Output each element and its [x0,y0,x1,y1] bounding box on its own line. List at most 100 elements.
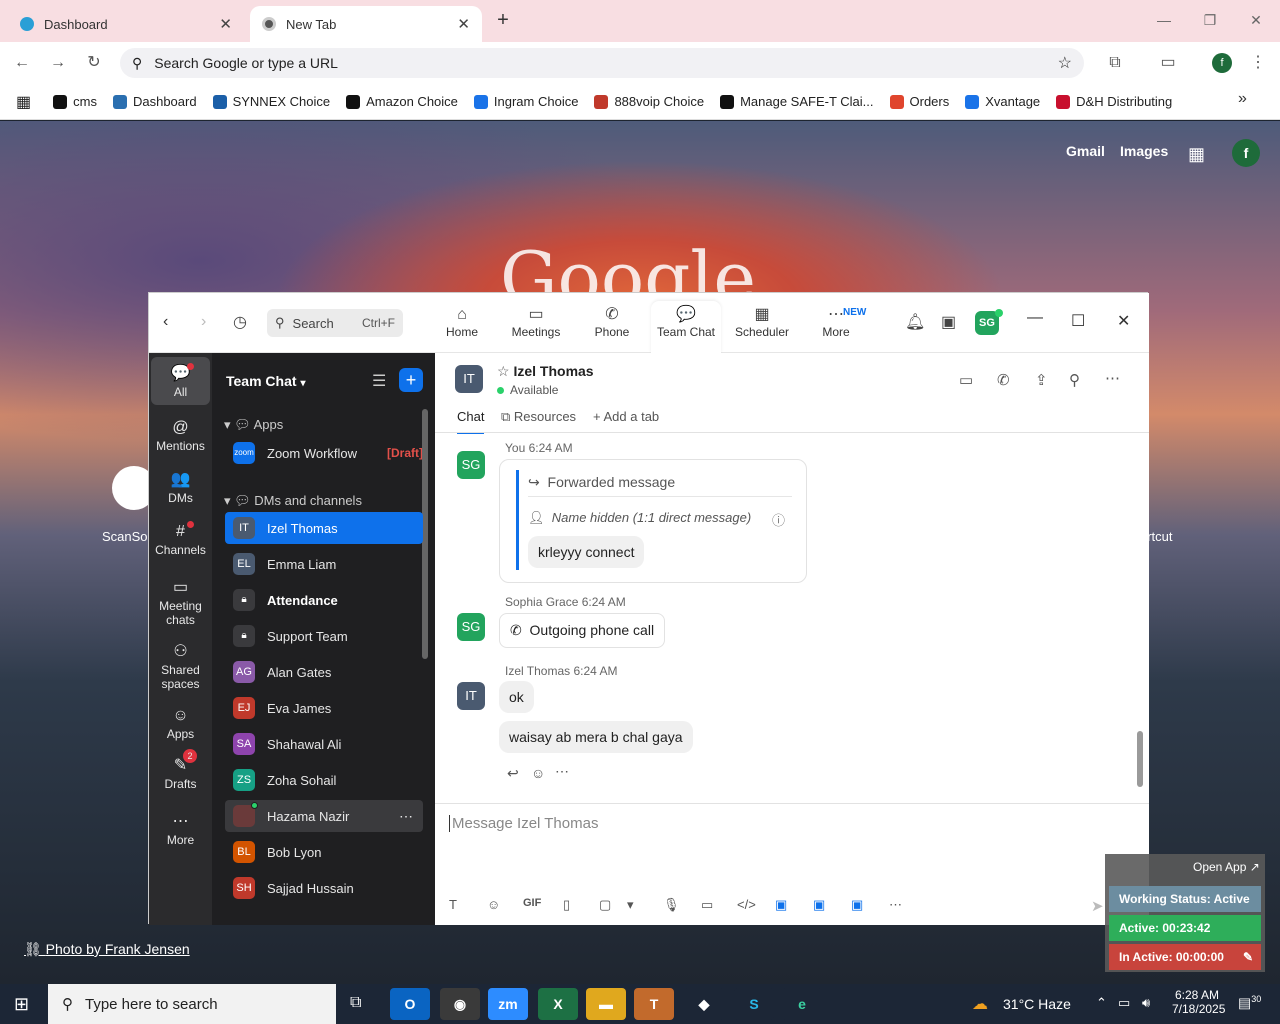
video-clip-icon[interactable]: ▭ [701,897,713,913]
list-item[interactable]: IT Izel Thomas [225,512,423,544]
photo-credit-link[interactable]: ⛓ Photo by Frank Jensen [24,941,190,958]
network-icon[interactable]: ▭ [1118,995,1130,1011]
list-item-zoom-workflow[interactable]: zoom Zoom Workflow [Draft] [225,437,423,469]
list-item[interactable]: Hazama Nazir ⋯ [225,800,423,832]
google-account-avatar[interactable]: f [1232,139,1260,167]
list-item[interactable]: SH Sajjad Hussain [225,872,423,904]
message-composer[interactable]: Message Izel Thomas [449,815,598,832]
gif-icon[interactable]: GIF [523,897,541,909]
microphone-icon[interactable]: 🎙︎ [663,897,680,913]
message-text[interactable]: krleyyy connect [528,536,645,568]
bookmark-item[interactable]: Manage SAFE-T Clai... [720,94,874,109]
text-format-icon[interactable]: T [449,897,457,912]
list-item[interactable]: EL Emma Liam [225,548,423,580]
bookmark-item[interactable]: Amazon Choice [346,94,458,109]
teams-icon[interactable]: T [634,988,674,1020]
star-icon[interactable]: ☆ [497,363,510,379]
chevron-down-icon[interactable]: ▾ [627,897,634,913]
forwarded-message-card[interactable]: ↪ Forwarded message 👤︎ Name hidden (1:1 … [499,459,807,583]
screenshot-icon[interactable]: ▢ [599,897,611,913]
bookmark-item[interactable]: Ingram Choice [473,94,578,109]
restore-icon[interactable]: ❐ [1190,6,1230,34]
more-actions-icon[interactable]: ⋯ [555,763,569,780]
list-item[interactable]: 🔒︎ Attendance [225,584,423,616]
weather-text[interactable]: 31°C Haze [1003,996,1071,1012]
share-screen-icon[interactable]: ⇪ [1035,371,1048,389]
message-text[interactable]: waisay ab mera b chal gaya [499,721,693,753]
bookmark-item[interactable]: Dashboard [112,94,197,109]
list-item[interactable]: EJ Eva James [225,692,423,724]
nav-more[interactable]: ⋯ More [801,305,871,339]
compose-plus-button[interactable]: + [399,368,423,392]
edit-icon[interactable]: ✎ [1243,944,1253,970]
close-window-icon[interactable]: ✕ [1236,6,1276,34]
app-icon-2[interactable]: ▣ [813,897,825,913]
add-tab-button[interactable]: + Add a tab [593,409,659,424]
bookmark-item[interactable]: Orders [889,94,949,109]
file-icon[interactable]: ▯ [563,897,570,913]
history-icon[interactable]: ◷ [233,312,247,332]
more-bookmarks-icon[interactable]: » [1238,90,1247,108]
reload-icon[interactable]: ↻ [81,50,107,76]
close-tab-icon[interactable]: ✕ [219,15,232,33]
nav-meetings[interactable]: ▭ Meetings [501,305,571,339]
tab-chat[interactable]: Chat [457,409,485,434]
rail-meeting-chats[interactable]: ▭ Meeting chats [151,571,210,633]
rail-shared-spaces[interactable]: ⚇ Shared spaces [151,635,210,697]
chat-scrollbar[interactable] [1137,731,1143,787]
video-call-icon[interactable]: ▭ [959,371,973,389]
tab-resources[interactable]: ⧉ Resources [501,409,576,425]
nav-phone[interactable]: ✆ Phone [577,305,647,339]
sender-avatar[interactable]: SG [457,451,485,479]
bookmark-item[interactable]: D&H Distributing [1056,94,1172,109]
rail-apps[interactable]: ☺ Apps [151,699,210,747]
list-item[interactable]: ZS Zoha Sohail [225,764,423,796]
edge-icon[interactable]: e [782,988,822,1020]
phone-call-icon[interactable]: ✆ [997,371,1010,389]
sender-avatar[interactable]: SG [457,613,485,641]
filter-icon[interactable]: ☰ [372,371,386,391]
apps-section-header[interactable]: ▾ 💬︎ Apps [224,417,283,433]
emoji-reaction-icon[interactable]: ☺ [531,765,545,781]
notifications-icon[interactable]: ▤30 [1238,994,1261,1012]
app-diamond-icon[interactable]: ◆ [684,988,724,1020]
tab-dashboard[interactable]: Dashboard ✕ [8,6,244,42]
rail-drafts[interactable]: ✎ Drafts 2 [151,749,210,797]
calendar-icon[interactable]: ▣ [941,312,956,332]
chrome-icon[interactable]: ◉ [440,988,480,1020]
close-tab-icon[interactable]: ✕ [457,15,470,33]
windows-start-icon[interactable]: ⊞ [14,994,29,1015]
list-item[interactable]: BL Bob Lyon [225,836,423,868]
nav-scheduler[interactable]: ▦ Scheduler [727,305,797,339]
emoji-icon[interactable]: ☺ [487,897,500,912]
forward-icon[interactable]: › [201,313,206,331]
bookmark-item[interactable]: SYNNEX Choice [212,94,330,109]
cast-icon[interactable]: ▭ [1155,50,1181,76]
list-item[interactable]: 🔒︎ Support Team [225,620,423,652]
team-chat-title[interactable]: Team Chat ▾ [226,373,305,389]
images-link[interactable]: Images [1120,143,1168,159]
task-view-icon[interactable]: ⧉ [350,994,361,1012]
search-icon[interactable]: ⚲ [1069,371,1080,389]
code-block-icon[interactable]: </> [737,897,756,912]
sender-avatar[interactable]: IT [457,682,485,710]
back-icon[interactable]: ← [9,50,35,76]
tab-new-tab[interactable]: New Tab ✕ [250,6,482,42]
bookmark-item[interactable]: 888voip Choice [594,94,704,109]
open-app-link[interactable]: Open App ↗ [1193,860,1260,874]
new-tab-icon[interactable]: + [490,8,516,34]
forward-icon[interactable]: → [45,50,71,76]
clock[interactable]: 6:28 AM 7/18/2025 [1172,988,1225,1016]
bookmark-item[interactable]: cms [53,94,97,109]
more-options-icon[interactable]: ⋯ [399,808,413,825]
menu-icon[interactable]: ⋮ [1245,50,1271,76]
tray-chevron-icon[interactable]: ⌃ [1096,995,1107,1011]
bookmark-item[interactable]: Xvantage [965,94,1040,109]
zoom-icon[interactable]: zm [488,988,528,1020]
extensions-icon[interactable]: ⧉ [1102,50,1128,76]
bell-icon[interactable]: 🔔︎ [905,312,925,332]
nav-team-chat[interactable]: 💬 Team Chat [651,301,721,353]
rail-channels[interactable]: # Channels [151,515,210,563]
nav-home[interactable]: ⌂ Home [427,305,497,339]
app-icon-3[interactable]: ▣ [851,897,863,913]
